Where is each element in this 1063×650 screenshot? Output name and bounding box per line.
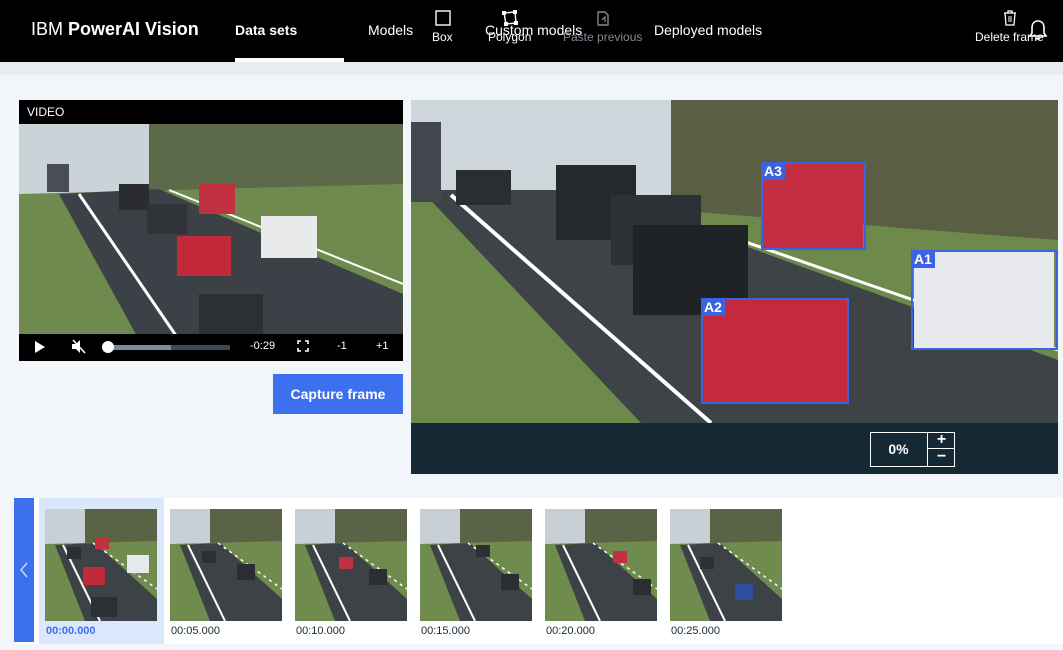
frame-timestamp: 00:25.000 [671, 625, 720, 637]
frame-image [45, 509, 157, 621]
zoom-value: 0% [888, 441, 909, 457]
strip-prev-button[interactable] [14, 498, 34, 642]
frame-timestamp: 00:15.000 [421, 625, 470, 637]
brand-prefix: IBM [31, 19, 64, 39]
frame-image [420, 509, 532, 621]
nav-data-sets[interactable]: Data sets [235, 22, 297, 38]
step-back-button[interactable]: -1 [337, 340, 347, 352]
bounding-box-a2[interactable]: A2 [701, 298, 849, 404]
frame-timestamp: 00:20.000 [546, 625, 595, 637]
annotation-canvas[interactable]: A3 A1 A2 [411, 100, 1058, 423]
bbox-label: A2 [701, 298, 725, 316]
box-tool-button[interactable]: Box [425, 0, 461, 51]
nav-models[interactable]: Models [368, 22, 413, 38]
frame-thumbnail[interactable] [45, 509, 157, 621]
frame-timestamp: 00:10.000 [296, 625, 345, 637]
frame-timestamp: 00:00.000 [46, 625, 96, 637]
frame-thumbnail[interactable] [420, 509, 532, 621]
annotation-toolbar [411, 423, 1058, 474]
trash-icon [1004, 10, 1016, 26]
bounding-box-a1[interactable]: A1 [911, 250, 1058, 350]
mute-icon[interactable] [71, 339, 87, 354]
bounding-box-a3[interactable]: A3 [761, 162, 866, 250]
zoom-in-button[interactable]: + [927, 432, 955, 449]
play-icon[interactable] [34, 340, 46, 354]
frame-image [670, 509, 782, 621]
time-remaining: -0:29 [250, 340, 276, 352]
sub-header-bar [0, 62, 1063, 75]
paste-previous-button[interactable]: Paste previous [561, 0, 645, 51]
frame-image [545, 509, 657, 621]
nav-deployed-models[interactable]: Deployed models [654, 22, 762, 38]
brand-logo[interactable]: IBM PowerAI Vision [31, 19, 199, 40]
frame-thumbnail[interactable] [670, 509, 782, 621]
polygon-tool-button[interactable]: Polygon [486, 0, 536, 51]
bbox-label: A3 [761, 162, 785, 180]
step-forward-button[interactable]: +1 [376, 340, 389, 352]
fullscreen-icon[interactable] [297, 340, 309, 352]
zoom-out-button[interactable]: − [927, 449, 955, 467]
frame-thumbnail[interactable] [545, 509, 657, 621]
brand-name: PowerAI Vision [68, 19, 199, 39]
capture-frame-button[interactable]: Capture frame [273, 374, 403, 414]
delete-frame-button[interactable]: Delete frame [973, 0, 1049, 51]
video-progress-handle[interactable] [102, 341, 114, 353]
frame-thumbnail[interactable] [170, 509, 282, 621]
video-player[interactable]: VIDEO [19, 100, 403, 361]
box-tool-label: Box [432, 30, 453, 44]
frame-image [295, 509, 407, 621]
video-label: VIDEO [19, 100, 73, 124]
frame-thumbnail[interactable] [295, 509, 407, 621]
paste-previous-label: Paste previous [563, 30, 643, 44]
video-frame-image [19, 124, 403, 340]
frame-timestamp: 00:05.000 [171, 625, 220, 637]
chevron-left-icon [20, 562, 28, 578]
polygon-tool-label: Polygon [488, 30, 532, 44]
video-progress-fill [108, 345, 171, 350]
square-icon [435, 10, 451, 26]
frame-image [170, 509, 282, 621]
bbox-label: A1 [911, 250, 935, 268]
delete-frame-label: Delete frame [975, 30, 1044, 44]
paste-icon [597, 11, 609, 26]
polygon-icon [502, 10, 518, 26]
